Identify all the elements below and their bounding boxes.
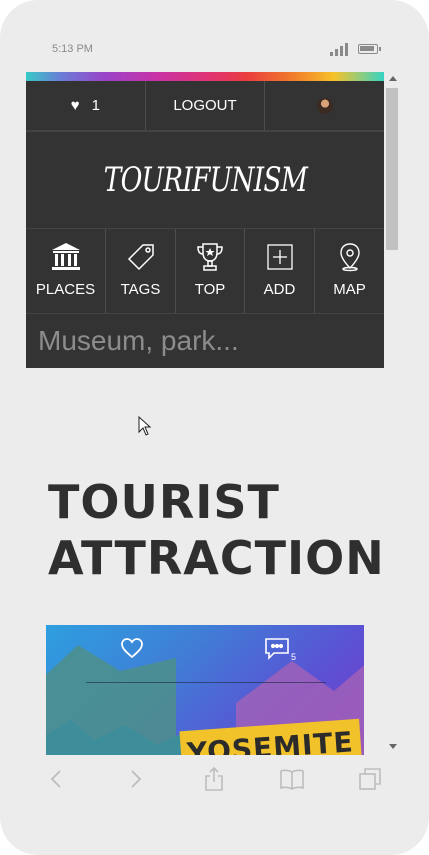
search-bar [26, 314, 384, 368]
scroll-up-arrow-icon[interactable] [389, 76, 397, 81]
nav-label-tags: TAGS [120, 281, 161, 298]
nav-label-top: TOP [194, 281, 226, 298]
nav-item-map[interactable]: MAP [315, 229, 384, 313]
nav-item-add[interactable]: ADD [245, 229, 315, 313]
tag-icon [127, 244, 154, 271]
status-time: 5:13 PM [52, 43, 93, 55]
nav-label-add: ADD [263, 281, 296, 298]
share-icon[interactable] [201, 766, 227, 792]
web-content: ♥ 1 LOGOUT TOURIFUNISM PLACES TAGS TOP A… [26, 72, 384, 755]
scroll-down-arrow-icon[interactable] [389, 744, 397, 749]
nav-item-tags[interactable]: TAGS [106, 229, 176, 313]
card-banner: YOSEMITE [179, 718, 363, 755]
comment-icon[interactable] [264, 637, 290, 661]
nav-label-places: PLACES [35, 281, 96, 298]
heart-icon: ♥ [70, 97, 80, 114]
card-banner-text: YOSEMITE [185, 725, 355, 755]
top-bar: ♥ 1 LOGOUT [26, 81, 384, 132]
mouse-cursor-icon [138, 416, 152, 436]
status-bar: 5:13 PM [0, 0, 429, 72]
search-input[interactable] [36, 324, 370, 358]
tabs-icon[interactable] [357, 766, 383, 792]
page-title-line1: TOURIST [48, 475, 280, 529]
map-pin-icon [339, 243, 360, 272]
signal-icon [330, 42, 348, 56]
rainbow-stripe [26, 72, 384, 81]
card-divider [86, 682, 326, 683]
main-nav: PLACES TAGS TOP ADD MAP [26, 229, 384, 314]
nav-item-top[interactable]: TOP [176, 229, 245, 313]
favorites-count: 1 [91, 97, 100, 114]
nav-item-places[interactable]: PLACES [26, 229, 106, 313]
battery-icon [358, 44, 381, 54]
browser-toolbar [26, 755, 401, 803]
trophy-icon [197, 243, 223, 271]
avatar [316, 97, 333, 114]
page-title-line2: ATTRACTIONS [48, 531, 384, 585]
attraction-card[interactable]: 5 YOSEMITE [46, 625, 364, 755]
heart-outline-icon[interactable] [120, 637, 144, 659]
site-logo[interactable]: TOURIFUNISM [103, 160, 307, 200]
nav-label-map: MAP [333, 281, 366, 298]
bookmarks-icon[interactable] [279, 766, 305, 792]
forward-arrow-icon[interactable] [122, 766, 148, 792]
logout-button[interactable]: LOGOUT [146, 81, 266, 130]
plus-square-icon [266, 244, 293, 270]
logo-area: TOURIFUNISM [26, 132, 384, 229]
page-title: TOURIST ATTRACTIONS [48, 474, 384, 586]
profile-button[interactable] [265, 81, 384, 130]
comment-count: 5 [291, 652, 297, 662]
scrollbar-thumb[interactable] [386, 88, 398, 250]
back-arrow-icon[interactable] [44, 766, 70, 792]
vertical-scrollbar[interactable] [384, 72, 401, 755]
museum-icon [51, 243, 80, 270]
phone-frame: 5:13 PM ♥ 1 LOGOUT TOURIFUNISM PLACES TA… [0, 0, 429, 855]
favorites-button[interactable]: ♥ 1 [26, 81, 146, 130]
